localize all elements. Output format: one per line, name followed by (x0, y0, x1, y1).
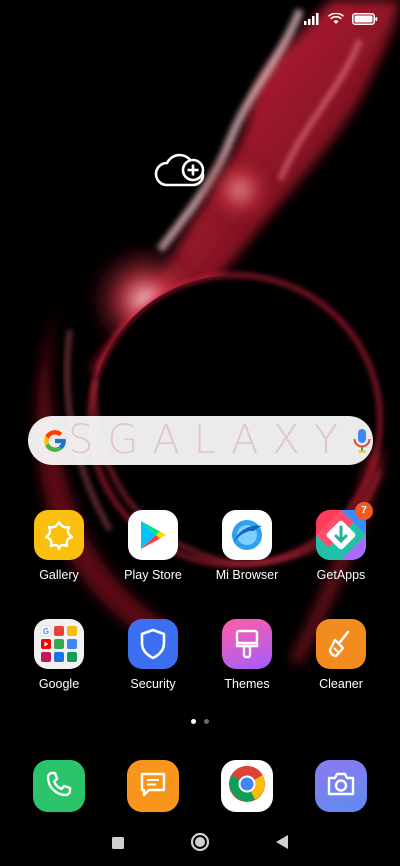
mi-browser-icon (222, 510, 272, 560)
battery-icon (352, 10, 378, 29)
app-label: Gallery (39, 568, 79, 582)
getapps-icon: 7 (316, 502, 373, 560)
app-label: GetApps (316, 568, 366, 582)
themes-brush-icon (222, 619, 272, 669)
gallery-icon (34, 510, 84, 560)
app-label: Play Store (124, 568, 182, 582)
status-bar (0, 0, 400, 34)
page-dot-active[interactable] (191, 719, 196, 724)
back-button[interactable] (270, 832, 294, 856)
cleaner-broom-icon (316, 619, 366, 669)
app-gallery[interactable]: Gallery (14, 510, 104, 582)
home-button[interactable] (188, 832, 212, 856)
svg-text:G: G (43, 627, 49, 636)
triangle-back-icon (275, 834, 289, 854)
cloud-add-icon[interactable] (153, 153, 209, 189)
phone-icon (44, 769, 74, 803)
app-mi-browser[interactable]: Mi Browser (202, 510, 292, 582)
app-cleaner[interactable]: Cleaner (296, 619, 386, 691)
dock-chrome[interactable] (221, 760, 273, 812)
google-search-bar[interactable]: SGALAXY (28, 416, 373, 465)
dock-phone[interactable] (33, 760, 85, 812)
app-security[interactable]: Security (108, 619, 198, 691)
app-label: Themes (224, 677, 270, 691)
square-icon (111, 835, 125, 854)
mic-icon[interactable] (352, 428, 372, 454)
recents-button[interactable] (106, 832, 130, 856)
app-getapps[interactable]: 7 GetApps (296, 502, 386, 582)
navigation-bar (0, 826, 400, 860)
camera-icon (325, 770, 357, 802)
chrome-icon (227, 764, 267, 808)
circle-icon (190, 832, 210, 856)
app-label: Security (130, 677, 176, 691)
message-icon (138, 769, 168, 803)
app-label: Mi Browser (215, 568, 279, 582)
app-label: Google (38, 677, 80, 691)
wifi-icon (327, 10, 345, 29)
google-g-icon (42, 428, 68, 454)
app-label: Cleaner (319, 677, 363, 691)
app-play-store[interactable]: Play Store (108, 510, 198, 582)
signal-icon (304, 10, 320, 29)
notification-badge: 7 (355, 502, 373, 520)
dock-messages[interactable] (127, 760, 179, 812)
google-folder-icon: G (34, 619, 84, 669)
page-indicator (0, 719, 400, 724)
dock-camera[interactable] (315, 760, 367, 812)
play-store-icon (128, 510, 178, 560)
page-dot[interactable] (204, 719, 209, 724)
security-shield-icon (128, 619, 178, 669)
app-google-folder[interactable]: G Google (14, 619, 104, 691)
app-themes[interactable]: Themes (202, 619, 292, 691)
search-watermark-text: SGALAXY (68, 416, 353, 463)
